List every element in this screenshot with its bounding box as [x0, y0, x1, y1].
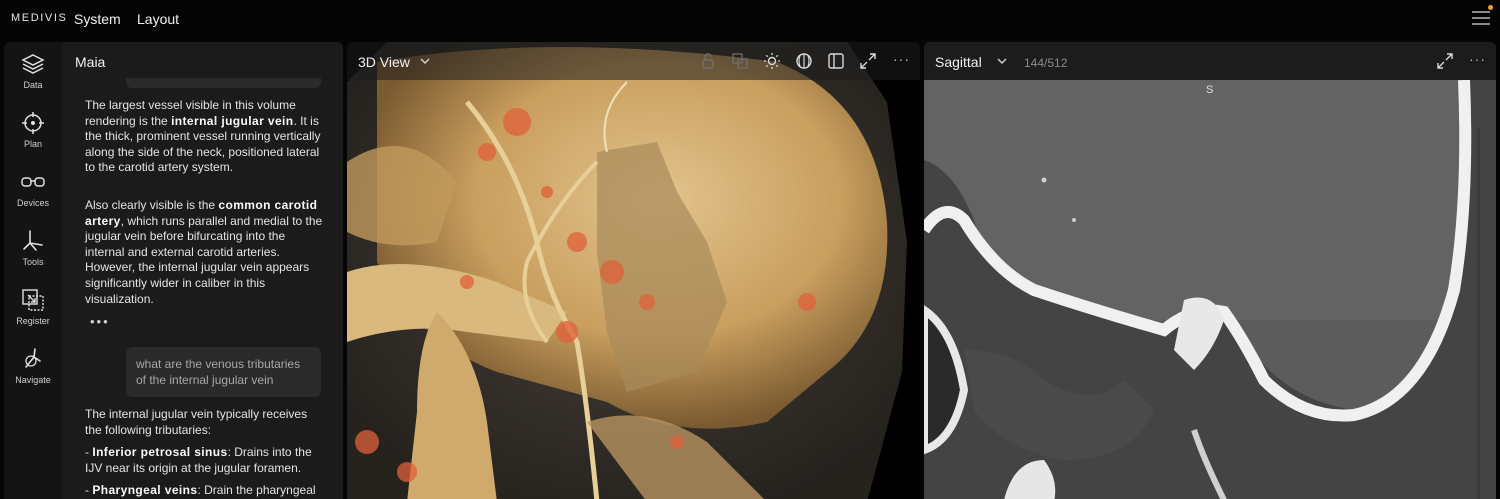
lock-icon[interactable]: [699, 52, 717, 70]
rail-item-data[interactable]: Data: [4, 52, 62, 90]
contrast-sphere-icon[interactable]: [795, 52, 813, 70]
rail-item-devices[interactable]: Devices: [4, 170, 62, 208]
assistant-message-paragraph: Also clearly visible is the common carot…: [85, 198, 323, 306]
navigate-icon: [25, 348, 41, 368]
rail-item-register[interactable]: Register: [4, 288, 62, 326]
menu-layout[interactable]: Layout: [137, 11, 179, 27]
3d-view-header: 3D View ···: [347, 42, 920, 80]
tools-icon: [23, 230, 43, 251]
sagittal-view-header: Sagittal 144/512 ···: [924, 42, 1496, 80]
chevron-down-icon[interactable]: [419, 55, 431, 67]
rail-item-tools[interactable]: Tools: [4, 229, 62, 267]
user-message-bubble: what are the venous tributaries of the i…: [126, 347, 321, 397]
orientation-marker: S: [1206, 84, 1214, 96]
maia-chat-panel: Maia The largest vessel visible in this …: [62, 42, 343, 499]
more-options-button[interactable]: ···: [893, 51, 910, 67]
assistant-message-paragraph: The internal jugular vein typically rece…: [85, 407, 308, 437]
chevron-down-icon[interactable]: [996, 55, 1008, 67]
rail-item-navigate[interactable]: Navigate: [4, 347, 62, 385]
register-icon: [22, 289, 44, 311]
crosshair-icon: [22, 112, 44, 134]
assistant-list-item: - Inferior petrosal sinus: Drains into t…: [85, 445, 312, 475]
hamburger-menu-icon[interactable]: [1472, 5, 1493, 27]
rail-label-devices: Devices: [16, 198, 49, 208]
rail-label-plan: Plan: [23, 139, 42, 149]
message-options-button[interactable]: •••: [90, 314, 110, 329]
top-bar: MEDIVIS System Layout: [0, 0, 1500, 38]
brightness-icon[interactable]: [763, 52, 781, 70]
chat-title: Maia: [75, 54, 106, 70]
3d-view-title[interactable]: 3D View: [358, 54, 410, 70]
sagittal-ct-slice[interactable]: [924, 80, 1496, 499]
sagittal-view-panel[interactable]: Sagittal 144/512 ··· S: [924, 42, 1496, 499]
rail-item-plan[interactable]: Plan: [4, 111, 62, 149]
expand-icon[interactable]: [859, 52, 877, 70]
assistant-list-item: - Pharyngeal veins: Drain the pharyngeal: [85, 483, 316, 497]
3d-view-panel[interactable]: 3D View ···: [347, 42, 920, 499]
layers-icon: [21, 54, 45, 74]
rail-label-navigate: Navigate: [15, 375, 51, 385]
rail-label-tools: Tools: [22, 257, 44, 267]
rail-label-data: Data: [23, 80, 43, 90]
sagittal-view-title[interactable]: Sagittal: [935, 54, 982, 70]
copy-icon[interactable]: [731, 52, 749, 70]
menu-system[interactable]: System: [74, 11, 121, 27]
brand-logo: MEDIVIS: [11, 12, 68, 24]
previous-message-bubble: [126, 78, 321, 88]
rail-label-register: Register: [16, 316, 50, 326]
more-options-button[interactable]: ···: [1469, 51, 1486, 67]
left-rail: Data Plan Devices Tools Register Navigat…: [4, 42, 62, 499]
slice-scrollbar[interactable]: [1477, 128, 1480, 499]
split-view-icon[interactable]: [827, 52, 845, 70]
notification-dot: [1488, 5, 1493, 10]
assistant-message-paragraph: The largest vessel visible in this volum…: [85, 98, 321, 175]
glasses-icon: [21, 177, 45, 187]
slice-counter: 144/512: [1024, 56, 1068, 70]
3d-volume-rendering[interactable]: [347, 42, 920, 499]
expand-icon[interactable]: [1436, 52, 1454, 70]
